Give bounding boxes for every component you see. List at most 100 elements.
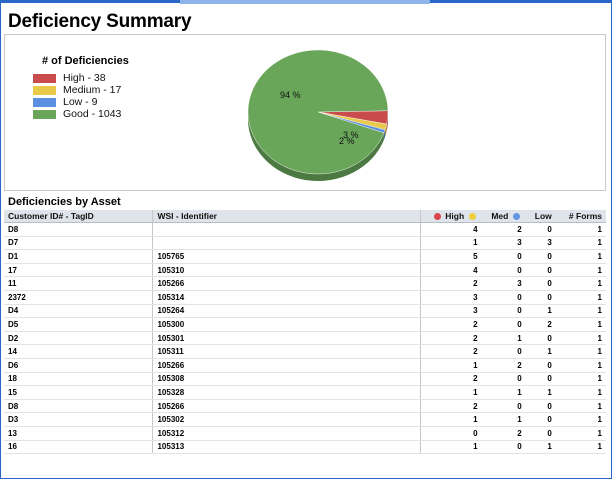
cell-low: 0 (525, 331, 556, 346)
table-row[interactable]: 14 105311 2 0 1 1 (4, 344, 606, 359)
pie-data-label: 94 % (280, 90, 301, 100)
cell-wsi: 105312 (152, 426, 421, 441)
cell-id: 15 (4, 385, 153, 400)
table-row[interactable]: 2372 105314 3 0 0 1 (4, 290, 606, 305)
legend-swatch (33, 109, 56, 119)
cell-id: 18 (4, 372, 153, 387)
legend-label: Low - 9 (63, 96, 98, 108)
cell-low: 1 (525, 385, 556, 400)
table-row[interactable]: 17 105310 4 0 0 1 (4, 263, 606, 278)
cell-id: D1 (4, 249, 153, 264)
cell-med: 2 (481, 426, 526, 441)
cell-high: 1 (420, 412, 482, 427)
table-row[interactable]: 15 105328 1 1 1 1 (4, 385, 606, 400)
table-row[interactable]: D4 105264 3 0 1 1 (4, 304, 606, 319)
cell-forms: 1 (555, 263, 606, 278)
cell-high: 3 (420, 304, 482, 319)
cell-high: 1 (420, 358, 482, 373)
cell-med: 0 (481, 372, 526, 387)
cell-id: D6 (4, 358, 153, 373)
cell-low: 0 (525, 399, 556, 414)
cell-med: 0 (481, 249, 526, 264)
cell-wsi: 105765 (152, 249, 421, 264)
cell-id: D7 (4, 236, 153, 251)
cell-high: 4 (420, 263, 482, 278)
cell-wsi: 105264 (152, 304, 421, 319)
col-customer-id: Customer ID# - TagID (4, 210, 153, 223)
cell-wsi (152, 236, 421, 251)
cell-forms: 1 (555, 276, 606, 291)
cell-forms: 1 (555, 222, 606, 237)
cell-forms: 1 (555, 358, 606, 373)
cell-med: 1 (481, 412, 526, 427)
table-body: D8 4 2 0 1 D7 1 3 3 1 D1 105765 5 0 0 1 17 105310 4 0 0 1 11 10… (4, 222, 606, 455)
table-row[interactable]: D8 4 2 0 1 (4, 222, 606, 237)
cell-high: 5 (420, 249, 482, 264)
cell-low: 1 (525, 440, 556, 455)
cell-med: 2 (481, 358, 526, 373)
cell-med: 0 (481, 399, 526, 414)
cell-med: 0 (481, 440, 526, 455)
cell-wsi (152, 222, 421, 237)
table-row[interactable]: 13 105312 0 2 0 1 (4, 426, 606, 441)
cell-forms: 1 (555, 249, 606, 264)
legend-item: Good - 1043 (33, 108, 121, 120)
cell-id: 16 (4, 440, 153, 455)
cell-forms: 1 (555, 317, 606, 332)
table-row[interactable]: D8 105266 2 0 0 1 (4, 399, 606, 414)
cell-med: 3 (481, 236, 526, 251)
table-row[interactable]: D1 105765 5 0 0 1 (4, 249, 606, 264)
cell-low: 1 (525, 304, 556, 319)
cell-low: 0 (525, 426, 556, 441)
cell-wsi: 105301 (152, 331, 421, 346)
legend-swatch (33, 97, 56, 107)
table-row[interactable]: D3 105302 1 1 0 1 (4, 412, 606, 427)
cell-forms: 1 (555, 372, 606, 387)
cell-id: 13 (4, 426, 153, 441)
cell-low: 2 (525, 317, 556, 332)
cell-high: 2 (420, 372, 482, 387)
medium-dot-icon (468, 213, 476, 220)
table-row[interactable]: 16 105313 1 0 1 1 (4, 440, 606, 455)
page-title: Deficiency Summary (8, 11, 192, 32)
table-row[interactable]: D7 1 3 3 1 (4, 236, 606, 251)
cell-high: 1 (420, 385, 482, 400)
cell-wsi: 105328 (152, 385, 421, 400)
cell-forms: 1 (555, 426, 606, 441)
table-row[interactable]: 11 105266 2 3 0 1 (4, 276, 606, 291)
cell-high: 2 (420, 399, 482, 414)
cell-high: 1 (420, 440, 482, 455)
cell-med: 3 (481, 276, 526, 291)
table-row[interactable]: D2 105301 2 1 0 1 (4, 331, 606, 346)
legend-swatch (33, 85, 56, 95)
cell-low: 0 (525, 290, 556, 305)
cell-high: 3 (420, 290, 482, 305)
legend-item: High - 38 (33, 72, 121, 84)
cell-low: 1 (525, 344, 556, 359)
table-row[interactable]: D6 105266 1 2 0 1 (4, 358, 606, 373)
cell-wsi: 105266 (152, 276, 421, 291)
cell-wsi: 105310 (152, 263, 421, 278)
legend-label: Medium - 17 (63, 84, 122, 96)
cell-id: 11 (4, 276, 153, 291)
high-dot-icon (433, 213, 441, 220)
cell-low: 3 (525, 236, 556, 251)
cell-high: 2 (420, 331, 482, 346)
cell-med: 2 (481, 222, 526, 237)
pie-svg: 94 %3 %2 % (247, 49, 389, 181)
col-wsi-identifier: WSI - Identifier (152, 210, 421, 223)
cell-forms: 1 (555, 236, 606, 251)
cell-wsi: 105266 (152, 358, 421, 373)
cell-id: D8 (4, 222, 153, 237)
legend-swatch (33, 73, 56, 83)
cell-wsi: 105300 (152, 317, 421, 332)
legend-item: Medium - 17 (33, 84, 121, 96)
cell-wsi: 105313 (152, 440, 421, 455)
table-row[interactable]: 18 105308 2 0 0 1 (4, 372, 606, 387)
cell-id: D2 (4, 331, 153, 346)
table-row[interactable]: D5 105300 2 0 2 1 (4, 317, 606, 332)
col-high-label: High (445, 211, 465, 221)
table-header-row: Customer ID# - TagID WSI - Identifier Hi… (4, 210, 606, 223)
cell-low: 0 (525, 372, 556, 387)
cell-med: 1 (481, 331, 526, 346)
